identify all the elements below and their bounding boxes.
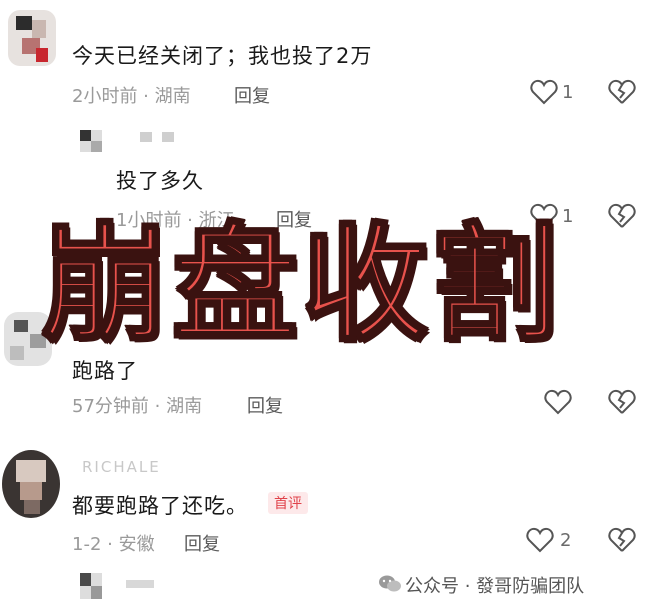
avatar[interactable] <box>2 450 60 518</box>
comment-meta: 1-2 · 安徽 <box>72 534 155 555</box>
broken-heart-icon[interactable] <box>608 389 636 415</box>
comment-text: 跑路了 <box>72 359 138 383</box>
avatar-pixel <box>80 130 91 141</box>
avatar-pixel <box>80 573 91 586</box>
heart-outline-icon[interactable] <box>530 79 558 105</box>
username-redacted <box>126 580 154 588</box>
comment-text: 今天已经关闭了；我也投了2万 <box>72 44 373 68</box>
username-redacted <box>162 132 174 142</box>
avatar-pixel <box>24 500 40 514</box>
reply-button[interactable]: 回复 <box>184 530 220 556</box>
comment-text: 投了多久 <box>116 169 204 193</box>
wechat-icon <box>379 575 401 592</box>
first-comment-badge: 首评 <box>268 492 308 514</box>
username-redacted <box>140 132 152 142</box>
reply-button[interactable]: 回复 <box>234 82 270 108</box>
reply-button[interactable]: 回复 <box>247 392 283 418</box>
broken-heart-icon[interactable] <box>608 527 636 553</box>
comment-text: 都要跑路了还吃。 <box>72 494 248 518</box>
avatar-pixel <box>36 48 48 62</box>
avatar[interactable] <box>80 130 102 152</box>
avatar-pixel <box>14 320 28 332</box>
avatar[interactable] <box>8 10 56 66</box>
like-count: 2 <box>560 530 572 551</box>
comment-meta: 57分钟前 · 湖南 <box>72 396 203 417</box>
avatar-pixel <box>32 20 46 38</box>
watermark-text: 公众号 · 發哥防骗团队 <box>405 576 585 597</box>
avatar-pixel <box>91 586 102 599</box>
avatar-pixel <box>10 346 24 360</box>
avatar-pixel <box>91 141 102 152</box>
comment-meta: 2小时前 · 湖南 <box>72 86 191 107</box>
overlay-headline: 崩盘收割 <box>41 211 562 358</box>
avatar-pixel <box>16 460 46 482</box>
broken-heart-icon[interactable] <box>608 203 636 229</box>
avatar[interactable] <box>80 573 102 599</box>
avatar-pixel <box>20 482 42 500</box>
avatar-pixel <box>16 16 32 30</box>
heart-outline-icon[interactable] <box>526 527 554 553</box>
broken-heart-icon[interactable] <box>608 79 636 105</box>
heart-outline-icon[interactable] <box>544 389 572 415</box>
like-count: 1 <box>562 82 574 103</box>
username-partial: RICHALE <box>82 458 161 476</box>
